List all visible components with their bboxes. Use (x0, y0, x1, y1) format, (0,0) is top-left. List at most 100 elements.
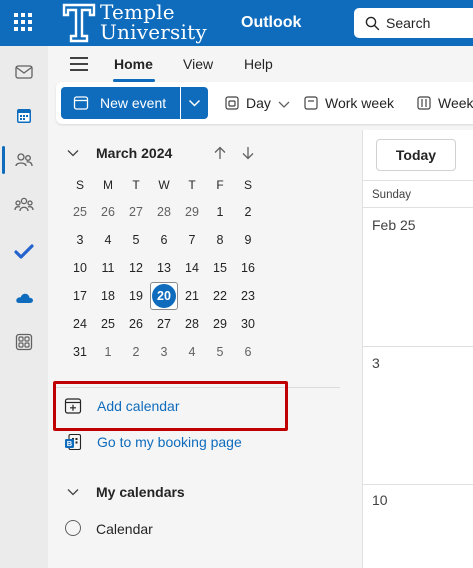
mini-calendar-day[interactable]: 3 (66, 228, 94, 252)
my-calendars-chevron-icon[interactable] (67, 487, 79, 497)
mini-calendar-day[interactable]: 21 (178, 284, 206, 308)
my-calendars-heading[interactable]: My calendars (96, 484, 185, 500)
day-view-button[interactable]: Day (246, 95, 271, 111)
onedrive-icon[interactable] (14, 288, 34, 308)
week-row-divider (363, 346, 473, 347)
mini-calendar-day[interactable]: 1 (94, 340, 122, 364)
mini-calendar-day[interactable]: 28 (150, 200, 178, 224)
university-logo-text: Temple University (100, 2, 207, 42)
calendar-toggle-radio[interactable] (65, 520, 81, 536)
mini-calendar-day[interactable]: 6 (150, 228, 178, 252)
mini-calendar-day[interactable]: 1 (206, 200, 234, 224)
new-event-label: New event (100, 95, 167, 111)
mini-calendar-day[interactable]: 15 (206, 256, 234, 280)
weekday-header: F (216, 178, 224, 192)
ribbon-tabs: Home View Help (48, 46, 473, 82)
day-cell-date[interactable]: Feb 25 (372, 217, 416, 233)
mini-calendar-day[interactable]: 5 (206, 340, 234, 364)
rail-active-indicator (2, 146, 5, 174)
hamburger-menu-icon[interactable] (70, 57, 88, 71)
calendar-item-name[interactable]: Calendar (96, 521, 153, 537)
app-rail (0, 46, 48, 568)
booking-page-label: Go to my booking page (97, 434, 242, 450)
mini-calendar-day[interactable]: 26 (122, 312, 150, 336)
weekday-header: W (158, 178, 170, 192)
mini-calendar-day[interactable]: 18 (94, 284, 122, 308)
logo-line-2: University (100, 20, 207, 44)
mini-calendar-day[interactable]: 24 (66, 312, 94, 336)
day-cell-date[interactable]: 3 (372, 355, 380, 371)
highlight-box (53, 381, 288, 431)
mini-calendar-day[interactable]: 2 (234, 200, 262, 224)
mini-calendar-day[interactable]: 27 (150, 312, 178, 336)
mini-calendar-day[interactable]: 22 (206, 284, 234, 308)
mini-calendar-day[interactable]: 5 (122, 228, 150, 252)
logo-line-1: Temple (100, 0, 175, 24)
app-name[interactable]: Outlook (241, 14, 301, 32)
week-row-divider (363, 484, 473, 485)
groups-icon[interactable] (14, 195, 34, 215)
mini-calendar-day[interactable]: 31 (66, 340, 94, 364)
mini-calendar-day[interactable]: 8 (206, 228, 234, 252)
weekday-header: M (103, 178, 113, 192)
weekday-header: T (188, 178, 196, 192)
mini-calendar-day[interactable]: 28 (178, 312, 206, 336)
mini-calendar-day[interactable]: 2 (122, 340, 150, 364)
mini-calendar-day[interactable]: 26 (94, 200, 122, 224)
top-header: Temple University Outlook Search (0, 0, 473, 46)
mini-calendar-day[interactable]: 19 (122, 284, 150, 308)
mini-calendar-today[interactable]: 20 (152, 284, 176, 308)
mini-calendar-day[interactable]: 25 (66, 200, 94, 224)
mini-calendar-day[interactable]: 13 (150, 256, 178, 280)
previous-month-arrow-icon[interactable] (214, 146, 226, 160)
day-column-header: Sunday (363, 180, 473, 208)
week-view-button[interactable]: Week (438, 95, 473, 111)
mini-calendar-day[interactable]: 3 (150, 340, 178, 364)
mini-calendar-day[interactable]: 16 (234, 256, 262, 280)
mini-calendar-day[interactable]: 11 (94, 256, 122, 280)
calendar-main: Today Sunday Feb 25 3 10 (362, 130, 473, 568)
mini-calendar-day[interactable]: 12 (122, 256, 150, 280)
mini-calendar-day[interactable]: 29 (206, 312, 234, 336)
mini-calendar-day[interactable]: 10 (66, 256, 94, 280)
new-event-dropdown[interactable] (181, 87, 208, 119)
today-button[interactable]: Today (376, 139, 456, 171)
mini-calendar-day[interactable]: 9 (234, 228, 262, 252)
mini-calendar-day[interactable]: 25 (94, 312, 122, 336)
day-dropdown-chevron-icon[interactable] (276, 96, 292, 112)
temple-logo-icon (62, 3, 96, 43)
day-column-label: Sunday (372, 189, 412, 201)
month-collapse-chevron-icon[interactable] (67, 148, 79, 158)
weekday-header: T (132, 178, 140, 192)
day-cell-date[interactable]: 10 (372, 492, 388, 508)
apps-icon[interactable] (14, 332, 34, 352)
search-placeholder: Search (386, 15, 431, 31)
weekday-header: S (75, 178, 84, 192)
mail-icon[interactable] (14, 62, 34, 82)
mini-calendar-day[interactable]: 27 (122, 200, 150, 224)
app-launcher-icon[interactable] (12, 11, 34, 33)
new-event-button[interactable]: New event (61, 87, 180, 119)
work-week-button[interactable]: Work week (325, 95, 394, 111)
mini-calendar-day[interactable]: 23 (234, 284, 262, 308)
mini-calendar-day[interactable]: 30 (234, 312, 262, 336)
tab-home[interactable]: Home (114, 56, 153, 72)
mini-calendar-day[interactable]: 29 (178, 200, 206, 224)
mini-calendar-day[interactable]: 14 (178, 256, 206, 280)
todo-icon[interactable] (14, 242, 34, 262)
mini-calendar-day[interactable]: 4 (94, 228, 122, 252)
people-icon[interactable] (14, 150, 34, 170)
ribbon-toolbar: New event Day Work week Week (56, 82, 473, 124)
mini-calendar-day[interactable]: 6 (234, 340, 262, 364)
bookings-icon: B (65, 433, 82, 451)
calendar-icon[interactable] (14, 106, 34, 126)
next-month-arrow-icon[interactable] (242, 146, 254, 160)
work-week-icon (304, 96, 318, 110)
mini-calendar-month[interactable]: March 2024 (96, 145, 172, 161)
mini-calendar-day[interactable]: 7 (178, 228, 206, 252)
mini-calendar-day[interactable]: 17 (66, 284, 94, 308)
search-box[interactable]: Search (354, 8, 473, 38)
tab-view[interactable]: View (183, 56, 213, 72)
tab-help[interactable]: Help (244, 56, 273, 72)
mini-calendar-day[interactable]: 4 (178, 340, 206, 364)
